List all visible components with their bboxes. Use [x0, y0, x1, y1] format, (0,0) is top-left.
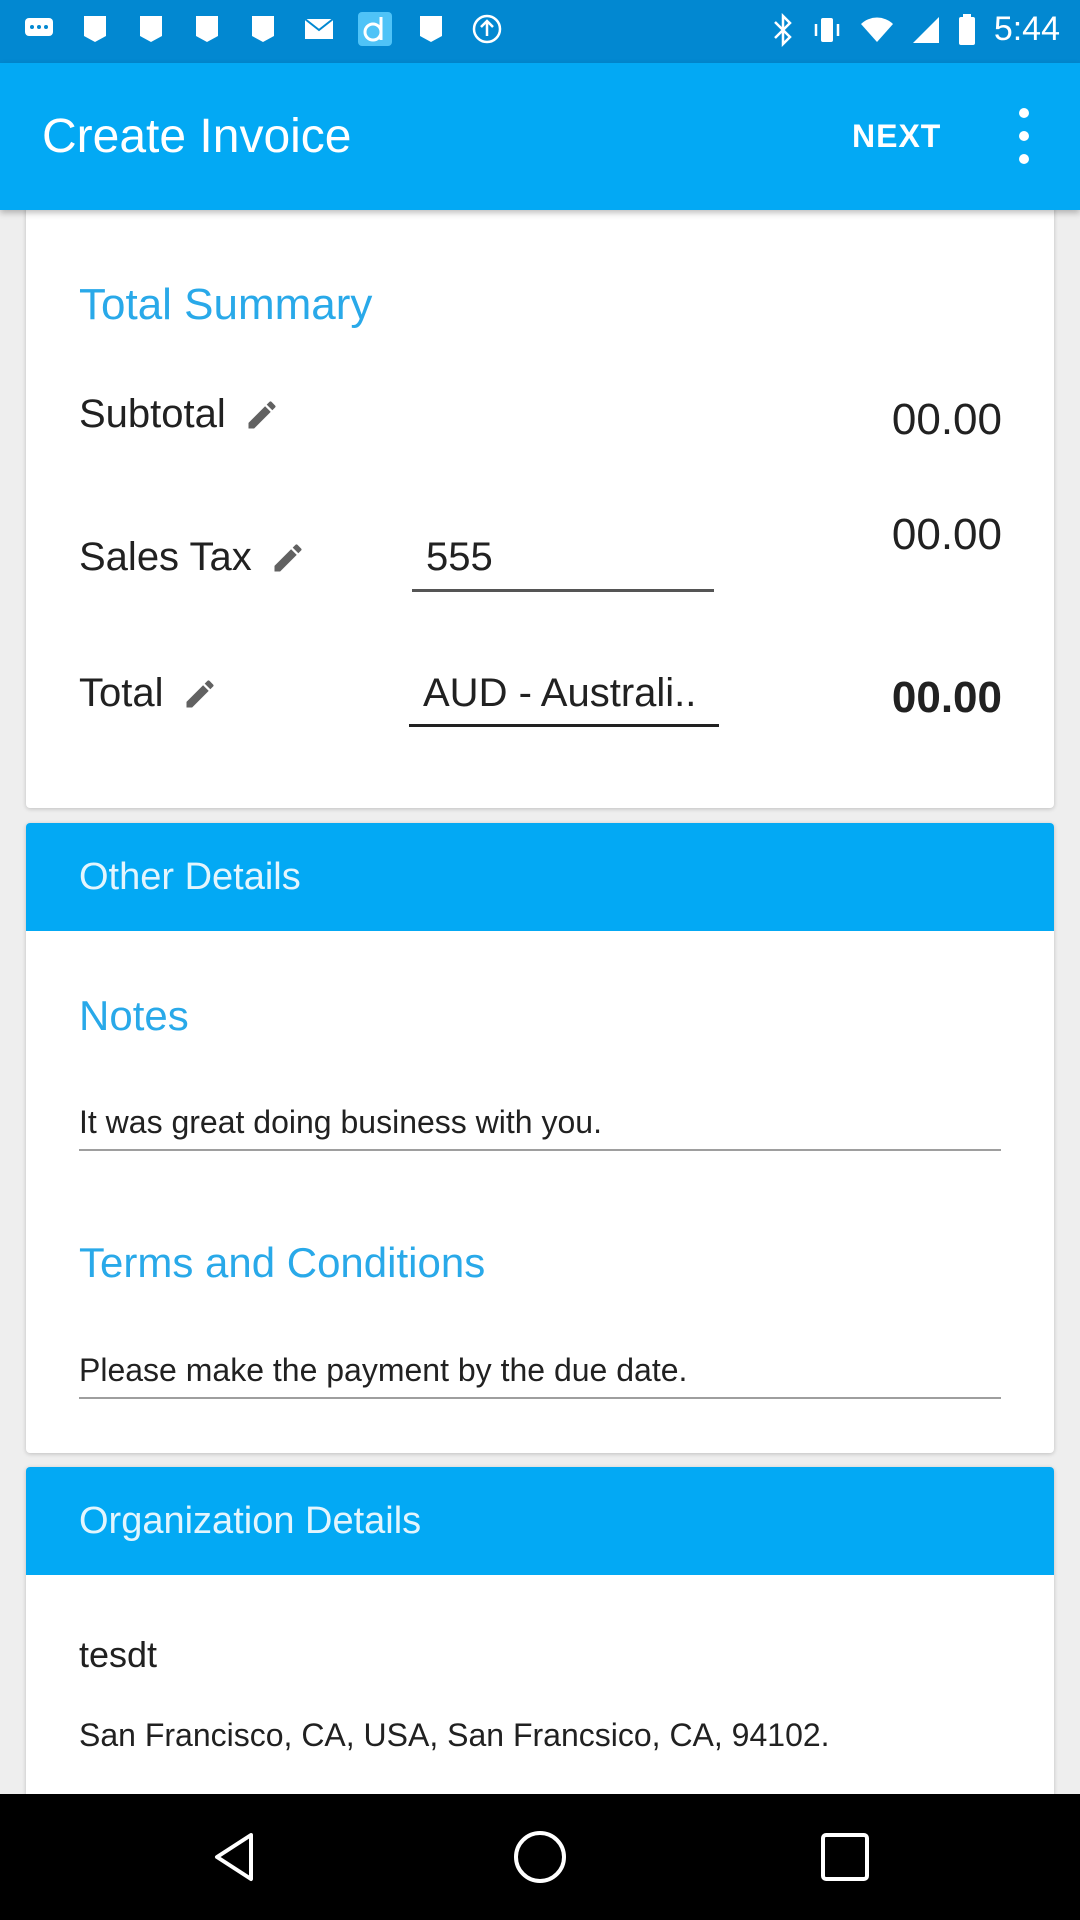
total-summary-card: Total Summary Subtotal 00.00 Sales Tax 5…	[26, 195, 1054, 808]
subtotal-amount: 00.00	[891, 395, 1002, 444]
back-icon[interactable]	[205, 1827, 265, 1887]
total-summary-title: Total Summary	[79, 280, 373, 329]
upload-icon	[470, 12, 504, 46]
organization-details-card: Organization Details tesdt San Francisco…	[26, 1467, 1054, 1807]
signal-icon	[912, 16, 939, 43]
vibrate-icon	[814, 17, 840, 42]
photo-icon	[246, 12, 280, 46]
photo-icon	[190, 12, 224, 46]
chat-icon	[22, 12, 56, 46]
clock: 5:44	[993, 10, 1060, 48]
home-icon[interactable]	[510, 1827, 570, 1887]
photo-icon	[78, 12, 112, 46]
notification-icons	[22, 12, 504, 46]
total-amount: 00.00	[891, 673, 1002, 722]
organization-details-header: Organization Details	[26, 1467, 1054, 1575]
bluetooth-icon	[773, 12, 792, 47]
pencil-icon[interactable]	[182, 676, 218, 712]
organization-address[interactable]: San Francisco, CA, USA, San Francsico, C…	[79, 1717, 830, 1754]
notes-input[interactable]: It was great doing business with you.	[79, 1104, 1001, 1151]
sales-tax-label: Sales Tax	[79, 535, 252, 579]
next-button[interactable]: NEXT	[852, 118, 941, 155]
sales-tax-input[interactable]: 555	[412, 535, 714, 592]
terms-input[interactable]: Please make the payment by the due date.	[79, 1352, 1001, 1399]
total-row[interactable]: Total	[79, 671, 218, 716]
other-details-card: Other Details Notes It was great doing b…	[26, 823, 1054, 1453]
more-vert-icon[interactable]	[1006, 108, 1042, 164]
email-icon	[302, 12, 336, 46]
status-bar: 5:44	[0, 0, 1080, 63]
pencil-icon[interactable]	[270, 540, 306, 576]
pencil-icon[interactable]	[244, 397, 280, 433]
page-title: Create Invoice	[42, 110, 352, 163]
system-status: 5:44	[772, 10, 1060, 49]
app-bar: Create Invoice NEXT	[0, 63, 1080, 210]
subtotal-row[interactable]: Subtotal	[79, 392, 280, 437]
currency-select[interactable]: AUD - Australi..	[409, 671, 719, 727]
navigation-bar	[0, 1794, 1080, 1920]
notes-title: Notes	[79, 992, 189, 1039]
photo-icon	[414, 12, 448, 46]
organization-name[interactable]: tesdt	[79, 1634, 157, 1676]
photo-icon	[134, 12, 168, 46]
sales-tax-amount: 00.00	[891, 510, 1002, 559]
recents-icon[interactable]	[815, 1827, 875, 1887]
app-d-icon	[358, 12, 392, 46]
total-label: Total	[79, 671, 164, 715]
terms-title: Terms and Conditions	[79, 1239, 486, 1286]
battery-icon	[958, 13, 975, 45]
sales-tax-row[interactable]: Sales Tax	[79, 535, 306, 580]
other-details-header: Other Details	[26, 823, 1054, 931]
subtotal-label: Subtotal	[79, 392, 226, 436]
wifi-icon	[860, 17, 893, 42]
